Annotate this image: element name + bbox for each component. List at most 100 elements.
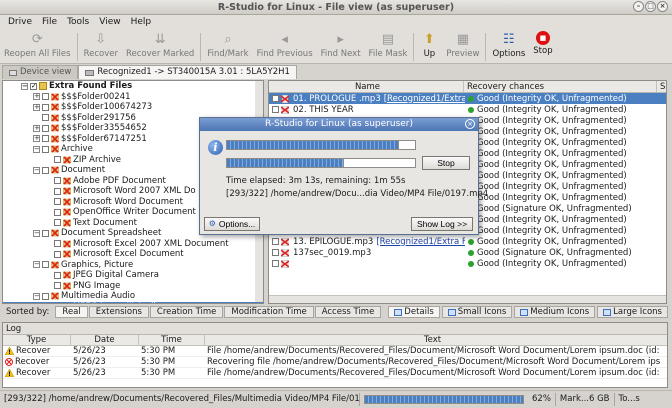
file-checkbox[interactable] xyxy=(272,238,279,245)
collapse-icon[interactable]: − xyxy=(21,82,28,90)
tree-item[interactable]: MPEG Layer III Audio xyxy=(3,301,263,304)
tree-checkbox[interactable] xyxy=(54,282,61,290)
log-column-time[interactable]: Time xyxy=(139,335,205,345)
menu-drive[interactable]: Drive xyxy=(3,15,37,30)
tree-item[interactable]: PNG Image xyxy=(3,281,263,292)
tree-checkbox[interactable] xyxy=(42,229,49,237)
sort-access-time-button[interactable]: Access Time xyxy=(314,306,382,318)
sort-extensions-button[interactable]: Extensions xyxy=(88,306,149,318)
view-large-icons-button[interactable]: Large Icons xyxy=(597,306,668,318)
tree-checkbox[interactable] xyxy=(42,114,49,122)
recover-button[interactable]: ⇩ Recover xyxy=(80,30,122,63)
tree-item[interactable]: + $$$Folder100674273 xyxy=(3,102,263,113)
expand-icon[interactable]: + xyxy=(33,93,40,101)
file-row[interactable]: 13. EPILOGUE.mp3 [Recognized1/Extra Fo Goo… xyxy=(269,236,666,247)
tree-item[interactable]: Microsoft Excel Document xyxy=(3,249,263,260)
menu-view[interactable]: View xyxy=(94,15,125,30)
tree-checkbox[interactable] xyxy=(54,250,61,258)
tree-checkbox[interactable] xyxy=(42,261,49,269)
collapse-icon[interactable]: − xyxy=(33,145,40,153)
find-mark-button[interactable]: ⌕ Find/Mark xyxy=(203,30,252,63)
file-list-hscrollbar[interactable] xyxy=(269,295,666,303)
tree-item[interactable]: − Multimedia Audio xyxy=(3,291,263,302)
dialog-close-icon[interactable]: × xyxy=(465,119,475,129)
file-checkbox[interactable] xyxy=(272,95,279,102)
sort-creation-time-button[interactable]: Creation Time xyxy=(149,306,224,318)
tree-item[interactable]: − Graphics, Picture xyxy=(3,260,263,271)
expand-icon[interactable]: + xyxy=(33,103,40,111)
expand-icon[interactable]: + xyxy=(33,124,40,132)
sort-real-button[interactable]: Real xyxy=(55,306,88,318)
tree-checkbox[interactable] xyxy=(42,103,49,111)
tree-checkbox[interactable] xyxy=(42,124,49,132)
tab-device-view[interactable]: Device view xyxy=(2,65,79,79)
collapse-icon[interactable]: − xyxy=(33,166,40,174)
column-recovery-chances[interactable]: Recovery chances xyxy=(464,81,657,92)
close-window-button[interactable]: × xyxy=(657,1,668,12)
column-name[interactable]: Name xyxy=(269,81,464,92)
file-row[interactable]: 02. THIS YEAR Good (Integrity OK, Unfragm… xyxy=(269,104,666,115)
minimize-button[interactable]: – xyxy=(633,1,644,12)
tree-checkbox[interactable] xyxy=(54,187,61,195)
tree-checkbox[interactable] xyxy=(54,240,61,248)
tree-item[interactable]: + $$$Folder00241 xyxy=(3,92,263,103)
log-column-date[interactable]: Date xyxy=(71,335,139,345)
file-path-link[interactable]: [Recognized1/Extra F xyxy=(384,94,465,104)
file-row[interactable]: 01. PROLOGUE .mp3[Recognized1/Extra F Goo… xyxy=(269,93,666,104)
column-size[interactable]: Si xyxy=(657,81,666,92)
disk-icon xyxy=(85,69,95,76)
file-checkbox[interactable] xyxy=(272,106,279,113)
tree-checkbox[interactable] xyxy=(54,303,61,304)
tree-checkbox[interactable] xyxy=(42,166,49,174)
tree-checkbox[interactable] xyxy=(54,177,61,185)
log-column-text[interactable]: Text xyxy=(205,335,660,345)
stop-button[interactable]: ■ Stop xyxy=(529,30,556,63)
collapse-icon[interactable]: − xyxy=(33,292,40,300)
tree-checkbox[interactable] xyxy=(54,198,61,206)
tree-checkbox[interactable] xyxy=(54,208,61,216)
reopen-button[interactable]: ⟳ Reopen All Files xyxy=(0,30,75,63)
show-log-button[interactable]: Show Log >> xyxy=(411,217,473,231)
options-button[interactable]: ⚙ Options... xyxy=(204,217,260,231)
collapse-icon[interactable]: − xyxy=(33,229,40,237)
view-small-icons-button[interactable]: Small Icons xyxy=(441,306,513,318)
preview-button[interactable]: ▦ Preview xyxy=(442,30,483,63)
log-column-type[interactable]: Type xyxy=(3,335,71,345)
menu-tools[interactable]: Tools xyxy=(62,15,94,30)
find-next-button[interactable]: ▸ Find Next xyxy=(317,30,365,63)
file-checkbox[interactable] xyxy=(272,249,279,256)
tab-recognized[interactable]: Recognized1 -> ST340015A 3.01 : 5LA5Y2H1 xyxy=(78,65,297,79)
tree-checkbox[interactable] xyxy=(54,156,61,164)
tree-item[interactable]: JPEG Digital Camera xyxy=(3,270,263,281)
log-row[interactable]: Recover 5/26/23 5:30 PM File /home/andrew/D… xyxy=(3,368,667,379)
log-row[interactable]: Recover 5/26/23 5:30 PM File /home/andrew/D… xyxy=(3,346,667,357)
options-button[interactable]: ☷ Options xyxy=(488,30,529,63)
collapse-icon[interactable]: − xyxy=(33,261,40,269)
tree-checkbox[interactable] xyxy=(54,219,61,227)
log-row[interactable]: Recover 5/26/23 5:30 PM Recovering file /ho… xyxy=(3,357,667,368)
tree-item[interactable]: − Extra Found Files xyxy=(3,81,263,92)
file-path-link[interactable]: [Recognized1/Extra Fo xyxy=(376,237,465,247)
menu-help[interactable]: Help xyxy=(126,15,157,30)
tree-checkbox[interactable] xyxy=(42,145,49,153)
tree-item[interactable]: Microsoft Excel 2007 XML Document xyxy=(3,239,263,250)
find-previous-button[interactable]: ◂ Find Previous xyxy=(253,30,317,63)
menu-file[interactable]: File xyxy=(37,15,62,30)
stop-button[interactable]: Stop xyxy=(422,156,470,170)
tree-checkbox[interactable] xyxy=(42,135,49,143)
tree-checkbox[interactable] xyxy=(54,271,61,279)
sort-modification-time-button[interactable]: Modification Time xyxy=(224,306,314,318)
tree-checkbox[interactable] xyxy=(42,93,49,101)
tree-checkbox[interactable] xyxy=(30,82,37,90)
recover-marked-button[interactable]: ⇊ Recover Marked xyxy=(122,30,198,63)
file-checkbox[interactable] xyxy=(272,260,279,267)
maximize-button[interactable]: □ xyxy=(645,1,656,12)
view-details-button[interactable]: Details xyxy=(388,306,440,318)
expand-icon[interactable]: + xyxy=(33,135,40,143)
file-row[interactable]: 137sec_0019.mp3 Good (Signature OK, Unfra… xyxy=(269,247,666,258)
file-row[interactable]: Good (Integrity OK, Unfragmented) xyxy=(269,258,666,269)
tree-checkbox[interactable] xyxy=(42,292,49,300)
file-mask-button[interactable]: ▤ File Mask xyxy=(365,30,412,63)
view-medium-icons-button[interactable]: Medium Icons xyxy=(514,306,596,318)
up-folder-button[interactable]: ⬆ Up xyxy=(416,30,442,63)
